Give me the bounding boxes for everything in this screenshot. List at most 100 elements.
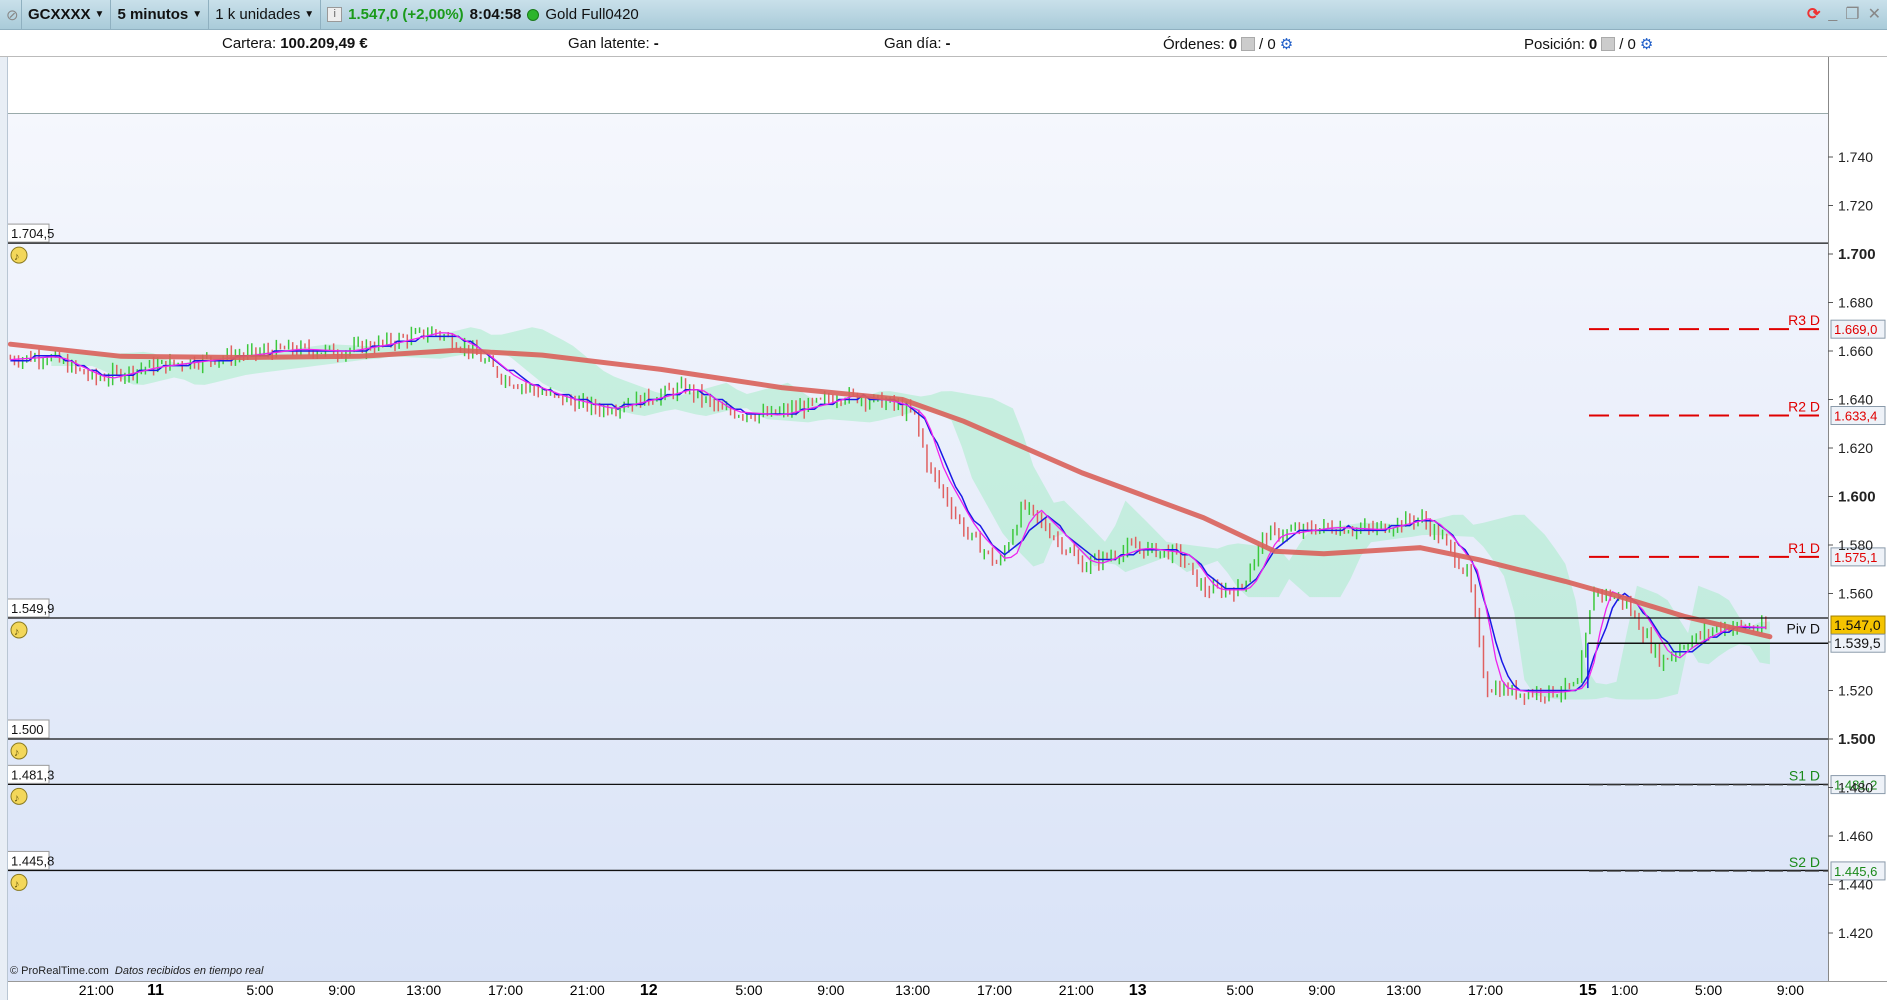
alert-label: 1.500	[11, 722, 44, 737]
link-icon: ⊘	[6, 6, 19, 24]
symbol-dropdown[interactable]: GCXXXX ▼	[22, 0, 112, 30]
status-dot-icon	[527, 8, 540, 21]
x-tick-label: 12	[639, 982, 658, 999]
alert-label: 1.445,8	[11, 853, 54, 868]
cancel-orders-icon[interactable]	[1241, 37, 1256, 51]
posicion-value: 0	[1588, 35, 1598, 53]
credit-text: © ProRealTime.com	[10, 965, 109, 977]
x-tick-label: 17:00	[976, 982, 1013, 998]
indicator-panel	[0, 57, 1828, 114]
chart-toolbar: ⊘ GCXXXX ▼ 5 minutos ▼ 1 k unidades ▼ i 1.5…	[0, 0, 1887, 30]
credit-note: Datos recibidos en tiempo real	[114, 965, 264, 977]
bell-icon[interactable]: ♪	[10, 873, 28, 891]
gan-latente: Gan latente: -	[568, 35, 659, 52]
x-tick-label: 11	[147, 982, 165, 999]
y-tick-label: 1.700	[1838, 246, 1876, 263]
close-position-icon[interactable]	[1601, 37, 1616, 51]
y-tick-label: 1.600	[1838, 489, 1876, 506]
posicion-pending: / 0	[1619, 35, 1636, 53]
bell-icon[interactable]: ♪	[10, 246, 28, 264]
x-tick-label: 13:00	[1386, 982, 1422, 998]
bell-icon[interactable]: ♪	[10, 621, 28, 639]
price-chart[interactable]: 1.704,5 ♪ 1.549,9 ♪ 1.500 ♪ 1.481,3 ♪ 1.445,8 ♪ R3…	[8, 114, 1887, 981]
ordenes-label: Órdenes:	[1163, 35, 1225, 53]
gan-dia: Gan día: -	[884, 35, 951, 52]
x-tick-label: 5:00	[1694, 982, 1723, 998]
pivot-price: 1.633,4	[1834, 409, 1877, 424]
y-tick-label: 1.500	[1838, 731, 1876, 748]
posicion: Posición: 0 / 0 ⚙	[1524, 35, 1653, 54]
open-price: 1.539,5	[1834, 635, 1881, 651]
y-tick-label: 1.460	[1838, 828, 1873, 844]
x-tick-label: 5:00	[735, 982, 763, 998]
bell-icon[interactable]: ♪	[10, 787, 28, 805]
bell-glyph: ♪	[14, 878, 20, 890]
x-tick-label: 13:00	[895, 982, 931, 998]
y-tick-label: 1.620	[1838, 440, 1873, 456]
x-tick-label: 21:00	[569, 982, 605, 998]
account-info-bar: Cartera: 100.209,49 € Gan latente: - Gan d…	[0, 30, 1887, 57]
refresh-icon[interactable]: ⟳	[1807, 4, 1820, 24]
x-tick-label: 5:00	[246, 982, 274, 998]
pivot-name: R3 D	[1788, 312, 1820, 328]
restore-button[interactable]: ❐	[1845, 4, 1859, 24]
alert-label: 1.549,9	[11, 601, 54, 616]
y-tick-label: 1.560	[1838, 586, 1873, 602]
chevron-down-icon: ▼	[192, 9, 203, 20]
info-icon[interactable]: i	[327, 7, 343, 22]
bell-glyph: ♪	[14, 792, 20, 804]
x-tick-label: 13	[1128, 982, 1147, 999]
pivot-name: Piv D	[1787, 620, 1820, 636]
symbol-label: GCXXXX	[28, 6, 91, 23]
x-tick-label: 9:00	[1776, 982, 1804, 998]
pivot-name: R2 D	[1788, 399, 1820, 415]
gan-latente-label: Gan latente:	[568, 35, 650, 52]
y-tick-label: 1.440	[1838, 877, 1873, 893]
x-tick-label: 15	[1578, 982, 1597, 999]
y-tick-label: 1.520	[1838, 683, 1873, 699]
gear-icon[interactable]: ⚙	[1640, 35, 1653, 53]
bell-glyph: ♪	[14, 626, 20, 638]
data-credit: © ProRealTime.com Datos recibidos en tie…	[10, 965, 263, 977]
alert-label: 1.481,3	[11, 767, 54, 782]
bell-icon[interactable]: ♪	[10, 742, 28, 760]
y-tick-label: 1.680	[1838, 295, 1873, 311]
left-toolbar-edge[interactable]	[0, 57, 8, 1000]
timeframe-dropdown[interactable]: 5 minutos ▼	[111, 0, 210, 30]
gan-latente-value: -	[653, 35, 659, 52]
x-tick-label: 9:00	[328, 982, 356, 998]
cartera-label: Cartera:	[222, 35, 277, 52]
y-tick-label: 1.480	[1838, 780, 1873, 796]
x-tick-label: 1:00	[1611, 982, 1639, 998]
ordenes: Órdenes: 0 / 0 ⚙	[1163, 35, 1293, 54]
link-toggle[interactable]: ⊘	[0, 0, 22, 30]
gear-icon[interactable]: ⚙	[1280, 35, 1293, 53]
y-tick-label: 1.580	[1838, 537, 1873, 553]
gan-dia-label: Gan día:	[884, 35, 942, 52]
cartera-value: 100.209,49 €	[280, 35, 368, 52]
y-tick-label: 1.640	[1838, 392, 1873, 408]
time-axis[interactable]: 21:00 11 5:00 9:00 13:00 17:00 21:00 12 5:00 9:00…	[8, 981, 1887, 1000]
close-button[interactable]: ✕	[1868, 4, 1881, 24]
units-dropdown[interactable]: 1 k unidades ▼	[209, 0, 322, 30]
quote-time: 8:04:58	[469, 6, 522, 23]
chevron-down-icon: ▼	[94, 9, 105, 20]
y-tick-label: 1.420	[1838, 925, 1873, 941]
x-tick-label: 9:00	[817, 982, 845, 998]
last-price: 1.547,0	[1834, 617, 1881, 633]
posicion-label: Posición:	[1524, 35, 1585, 53]
minimize-button[interactable]: _	[1828, 5, 1837, 23]
cartera: Cartera: 100.209,49 €	[222, 35, 368, 52]
x-tick-label: 21:00	[1058, 982, 1094, 998]
timeframe-label: 5 minutos	[117, 6, 189, 23]
alert-label: 1.704,5	[11, 226, 54, 241]
x-tick-label: 17:00	[1468, 982, 1504, 998]
chart-background	[8, 114, 1828, 981]
quote-info: i 1.547,0 (+2,00%) 8:04:58 Gold Full0420	[321, 0, 645, 30]
instrument-name: Gold Full0420	[545, 6, 639, 23]
gan-dia-value: -	[945, 35, 951, 52]
y-tick-label: 1.660	[1838, 343, 1873, 359]
pivot-name: S2 D	[1789, 854, 1820, 870]
price-change: 1.547,0 (+2,00%)	[348, 6, 464, 23]
x-tick-label: 21:00	[78, 982, 114, 998]
